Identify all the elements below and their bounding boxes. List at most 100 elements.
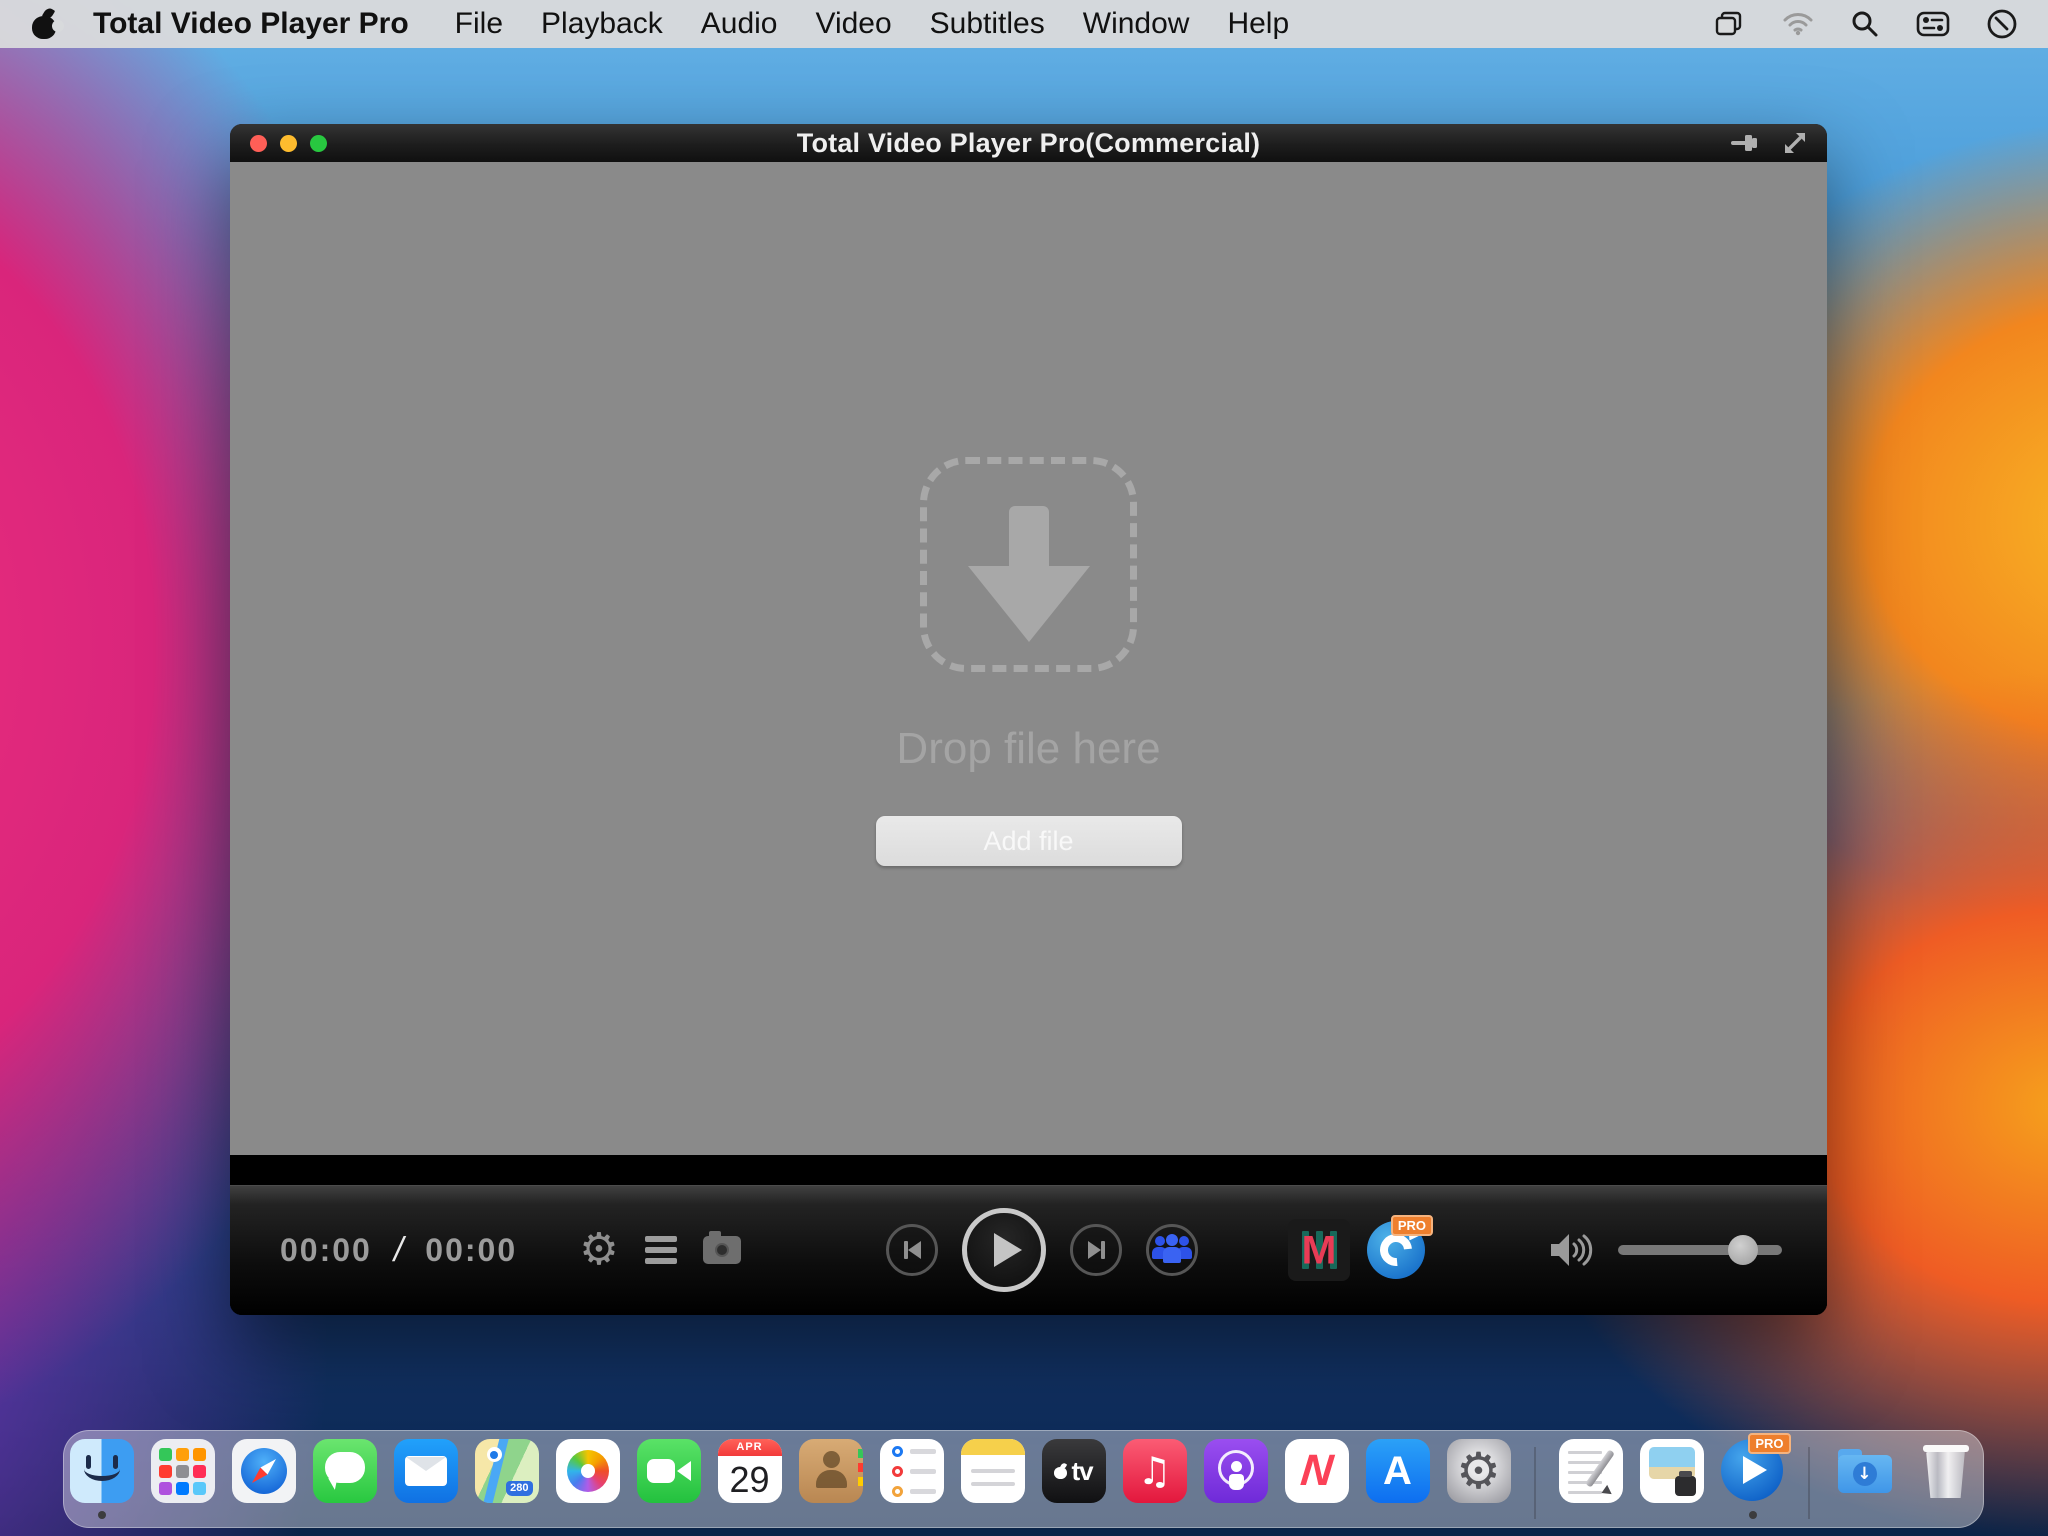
dock-item-mail[interactable] [394,1439,458,1503]
person-head [1155,1236,1165,1246]
dock-item-contacts[interactable] [799,1439,863,1503]
volume-slider-knob[interactable] [1728,1235,1758,1265]
dock-item-total-video-player-pro[interactable]: PRO [1721,1439,1785,1503]
menu-audio[interactable]: Audio [682,7,797,41]
apple-logo-bite [52,20,64,32]
bar [1101,1241,1105,1259]
download-arrow: ↓ [1853,1462,1877,1486]
search-icon[interactable] [1850,9,1880,39]
launchpad-tile [193,1448,206,1461]
snapshot-camera-icon[interactable] [703,1236,741,1264]
dock-item-podcasts[interactable] [1204,1439,1268,1503]
music-icon: ♫ [1123,1439,1187,1503]
previous-button[interactable] [886,1224,938,1276]
media-suite-app-icon[interactable]: M [1288,1219,1350,1281]
dock-item-textedit[interactable] [1559,1439,1623,1503]
window-stack-icon[interactable] [1712,9,1746,39]
playlist-group-button[interactable] [1146,1224,1198,1276]
calendar-icon: APR 29 [718,1439,782,1503]
dock-item-notes[interactable] [961,1439,1025,1503]
dot [892,1446,903,1457]
dock-item-music[interactable]: ♫ [1123,1439,1187,1503]
video-area[interactable]: Drop file here Add file [230,162,1827,1279]
add-file-button[interactable]: Add file [876,816,1182,866]
dock-item-photos[interactable] [556,1439,620,1503]
title-bar[interactable]: Total Video Player Pro(Commercial) [230,124,1827,162]
preview-ink-bottle [1675,1476,1696,1496]
launchpad-tile [176,1465,189,1478]
dock-item-trash[interactable] [1914,1439,1978,1503]
dock-item-facetime[interactable] [637,1439,701,1503]
dock-item-app-store[interactable]: A [1366,1439,1430,1503]
dock-item-launchpad[interactable] [151,1439,215,1503]
menu-subtitles[interactable]: Subtitles [911,7,1064,41]
line [1568,1451,1602,1454]
apple-glyph [1054,1463,1068,1479]
maps-icon: 280 [475,1439,539,1503]
arrow-stem [1009,506,1049,572]
dot [490,1451,498,1459]
running-indicator [98,1511,106,1519]
contacts-tab [858,1463,863,1472]
companion-app-buttons: M PRO [1288,1219,1425,1281]
trash-icon [1914,1439,1978,1503]
dock-item-reminders[interactable] [880,1439,944,1503]
line [910,1489,936,1494]
dock-item-safari[interactable] [232,1439,296,1503]
messages-icon [313,1439,377,1503]
menu-window[interactable]: Window [1064,7,1209,41]
volume-slider[interactable] [1618,1245,1782,1255]
mail-icon [394,1439,458,1503]
pin-icon[interactable] [1731,130,1761,156]
converter-pro-app-icon[interactable]: PRO [1367,1221,1425,1279]
dock-item-system-preferences[interactable]: ⚙ [1447,1439,1511,1503]
line [971,1482,1015,1486]
clock-icon[interactable] [1986,8,2018,40]
control-center-icon[interactable] [1916,11,1950,37]
finder-icon [70,1439,134,1503]
running-indicator [1749,1511,1757,1519]
safari-icon [232,1439,296,1503]
notes-icon [961,1439,1025,1503]
play-icon [1743,1456,1767,1484]
drop-zone-box[interactable] [920,457,1137,672]
ink-cap [1679,1471,1692,1477]
dock-item-finder[interactable] [70,1439,134,1503]
menu-file[interactable]: File [436,7,522,41]
next-button[interactable] [1070,1224,1122,1276]
person-head [1179,1236,1189,1246]
menu-help[interactable]: Help [1208,7,1308,41]
dock-item-news[interactable]: N [1285,1439,1349,1503]
settings-gear-icon[interactable]: ⚙ [579,1228,618,1272]
reminder-row [892,1466,944,1477]
menu-playback[interactable]: Playback [522,7,682,41]
play-button[interactable] [962,1208,1046,1292]
apple-menu[interactable] [30,8,58,40]
playlist-menu-icon[interactable] [645,1236,677,1264]
speech-bubble-tail [326,1478,337,1490]
dock-divider [1808,1447,1810,1519]
fullscreen-icon[interactable] [1781,129,1809,157]
envelope-flap [406,1457,446,1471]
dock-item-preview[interactable] [1640,1439,1704,1503]
total-time: 00:00 [425,1232,517,1269]
next-glyph [1088,1241,1105,1259]
menu-video[interactable]: Video [796,7,910,41]
trash-can [1925,1452,1967,1498]
reminder-row [892,1446,944,1457]
gear-glyph: ⚙ [1456,1446,1501,1496]
dock-item-apple-tv[interactable]: tv [1042,1439,1106,1503]
dock-item-messages[interactable] [313,1439,377,1503]
menu-app-name[interactable]: Total Video Player Pro [74,7,428,41]
person-body [1163,1247,1181,1263]
volume-controls [1548,1230,1782,1270]
wifi-icon[interactable] [1782,11,1814,37]
dock-item-maps[interactable]: 280 [475,1439,539,1503]
dock-item-calendar[interactable]: APR 29 [718,1439,782,1503]
contacts-icon [799,1439,863,1503]
dock-item-downloads[interactable]: ↓ [1833,1439,1897,1503]
media-logo-letter: M [1302,1230,1337,1270]
pen-tip [1601,1485,1614,1498]
maps-route-badge: 280 [506,1481,532,1496]
speaker-icon[interactable] [1548,1230,1596,1270]
